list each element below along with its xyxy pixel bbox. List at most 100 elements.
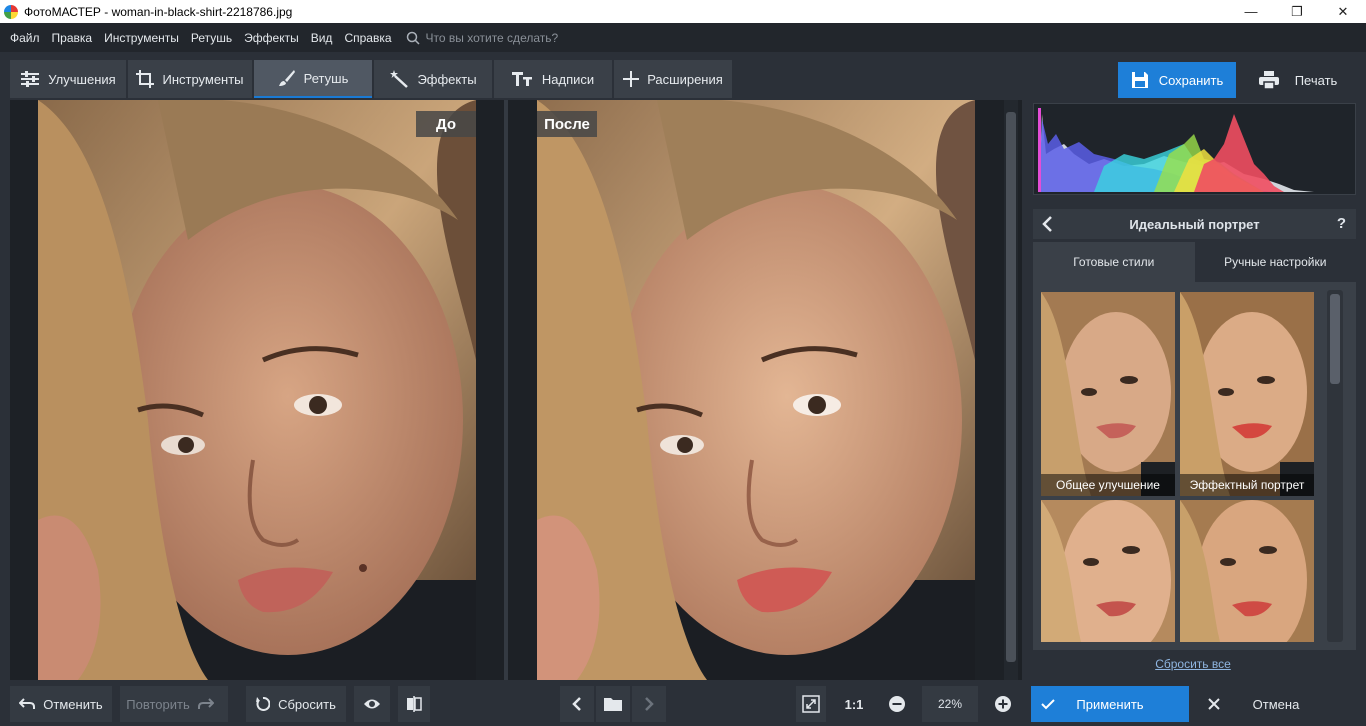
panel-tabs: Готовые стили Ручные настройки xyxy=(1033,242,1356,282)
cancel-label: Отмена xyxy=(1252,696,1300,712)
menu-help[interactable]: Справка xyxy=(344,31,391,45)
open-folder-button[interactable] xyxy=(596,686,630,722)
print-button[interactable]: Печать xyxy=(1240,62,1356,98)
menu-search[interactable]: Что вы хотите сделать? xyxy=(406,30,559,45)
close-button[interactable]: ✕ xyxy=(1320,0,1366,23)
style-label: Общее улучшение xyxy=(1041,474,1175,496)
main-toolbar: Улучшения Инструменты Ретушь Эффекты Над… xyxy=(0,52,1366,100)
tab-effects[interactable]: Эффекты xyxy=(374,60,492,98)
reset-label: Сбросить xyxy=(278,696,336,712)
tab-retouch[interactable]: Ретушь xyxy=(254,60,372,98)
maximize-button[interactable]: ❐ xyxy=(1274,0,1320,23)
tool-tabs: Улучшения Инструменты Ретушь Эффекты Над… xyxy=(10,60,734,98)
reset-icon xyxy=(256,697,271,711)
crop-icon xyxy=(136,70,155,88)
styles-scrollbar[interactable] xyxy=(1327,290,1343,642)
menu-view[interactable]: Вид xyxy=(311,31,333,45)
tab-manual-settings[interactable]: Ручные настройки xyxy=(1194,242,1356,282)
sliders-icon xyxy=(21,71,40,87)
menu-edit[interactable]: Правка xyxy=(52,31,93,45)
undo-label: Отменить xyxy=(43,696,103,712)
zoom-in-button[interactable] xyxy=(988,686,1018,722)
panel-header: Идеальный портрет ? xyxy=(1033,209,1356,239)
search-icon xyxy=(406,31,420,45)
brush-icon xyxy=(278,70,295,86)
tab-tools[interactable]: Инструменты xyxy=(128,60,252,98)
tab-label: Надписи xyxy=(541,71,595,87)
redo-icon xyxy=(197,698,214,709)
tab-ready-styles[interactable]: Готовые стили xyxy=(1033,242,1195,282)
plus-icon xyxy=(623,71,640,87)
magic-wand-icon xyxy=(390,70,409,88)
image-canvas[interactable]: До После xyxy=(10,100,1022,680)
style-card[interactable] xyxy=(1041,500,1175,642)
split-divider[interactable] xyxy=(504,100,508,680)
apply-button[interactable]: Применить xyxy=(1031,686,1189,722)
zoom-out-button[interactable] xyxy=(882,686,912,722)
tab-extensions[interactable]: Расширения xyxy=(614,60,732,98)
search-placeholder: Что вы хотите сделать? xyxy=(425,30,559,45)
save-label: Сохранить xyxy=(1158,72,1224,88)
zoom-out-icon xyxy=(889,696,905,712)
chevron-left-icon xyxy=(572,697,581,711)
compare-icon xyxy=(407,696,422,712)
save-button[interactable]: Сохранить xyxy=(1118,62,1236,98)
menu-effects[interactable]: Эффекты xyxy=(244,31,299,45)
minimize-button[interactable]: — xyxy=(1228,0,1274,23)
photo-before xyxy=(38,100,476,680)
redo-label: Повторить xyxy=(126,696,190,712)
undo-icon xyxy=(19,698,36,709)
redo-button[interactable]: Повторить xyxy=(120,686,228,722)
canvas-scrollbar[interactable] xyxy=(1004,100,1018,680)
app-logo-icon xyxy=(4,4,18,19)
cancel-button[interactable]: Отмена xyxy=(1196,686,1356,722)
checkmark-icon xyxy=(1041,699,1055,710)
close-icon xyxy=(1208,698,1220,710)
tab-label: Эффекты xyxy=(417,71,477,87)
scrollbar-thumb[interactable] xyxy=(1006,112,1016,662)
tab-label: Инструменты xyxy=(162,71,244,87)
panel-title: Идеальный портрет xyxy=(1129,216,1260,232)
floppy-disk-icon xyxy=(1131,72,1148,88)
style-card[interactable] xyxy=(1180,500,1314,642)
menu-retouch[interactable]: Ретушь xyxy=(191,31,232,45)
zoom-1to1-button[interactable]: 1:1 xyxy=(838,686,870,722)
back-arrow-icon[interactable] xyxy=(1041,215,1053,233)
zoom-value[interactable]: 22% xyxy=(922,686,978,722)
undo-button[interactable]: Отменить xyxy=(10,686,112,722)
photo-after xyxy=(537,100,975,680)
menu-bar: Файл Правка Инструменты Ретушь Эффекты В… xyxy=(0,23,1366,52)
fit-to-screen-button[interactable] xyxy=(796,686,826,722)
menu-tools[interactable]: Инструменты xyxy=(104,31,179,45)
help-button[interactable]: ? xyxy=(1337,215,1346,232)
menu-file[interactable]: Файл xyxy=(10,31,40,45)
histogram xyxy=(1033,103,1356,195)
prev-image-button[interactable] xyxy=(560,686,594,722)
folder-icon xyxy=(604,698,622,711)
apply-label: Применить xyxy=(1076,696,1144,712)
tab-label: Улучшения xyxy=(48,71,116,87)
window-controls: — ❐ ✕ xyxy=(1228,0,1366,23)
tab-label: Расширения xyxy=(647,71,723,87)
zoom-in-icon xyxy=(995,696,1011,712)
styles-grid: Общее улучшение Эффектный портрет xyxy=(1033,282,1356,650)
style-label: Эффектный портрет xyxy=(1180,474,1314,496)
after-label: После xyxy=(537,111,597,137)
style-card[interactable]: Общее улучшение xyxy=(1041,292,1175,496)
tab-text[interactable]: Надписи xyxy=(494,60,612,98)
reset-button[interactable]: Сбросить xyxy=(246,686,346,722)
reset-all-link[interactable]: Сбросить все xyxy=(1033,657,1353,671)
tab-enhancements[interactable]: Улучшения xyxy=(10,60,126,98)
preview-button[interactable] xyxy=(354,686,390,722)
print-label: Печать xyxy=(1294,72,1338,88)
window-title: ФотоМАСТЕР - woman-in-black-shirt-221878… xyxy=(24,4,293,19)
text-icon xyxy=(511,72,532,86)
compare-button[interactable] xyxy=(398,686,430,722)
fit-screen-icon xyxy=(802,695,820,713)
next-image-button[interactable] xyxy=(632,686,666,722)
style-card[interactable]: Эффектный портрет xyxy=(1180,292,1314,496)
bottom-bar: Отменить Повторить Сбросить 1:1 22% Прим… xyxy=(0,682,1366,726)
scrollbar-thumb[interactable] xyxy=(1330,294,1340,384)
eye-icon xyxy=(364,699,380,709)
tab-label: Ретушь xyxy=(303,70,349,86)
